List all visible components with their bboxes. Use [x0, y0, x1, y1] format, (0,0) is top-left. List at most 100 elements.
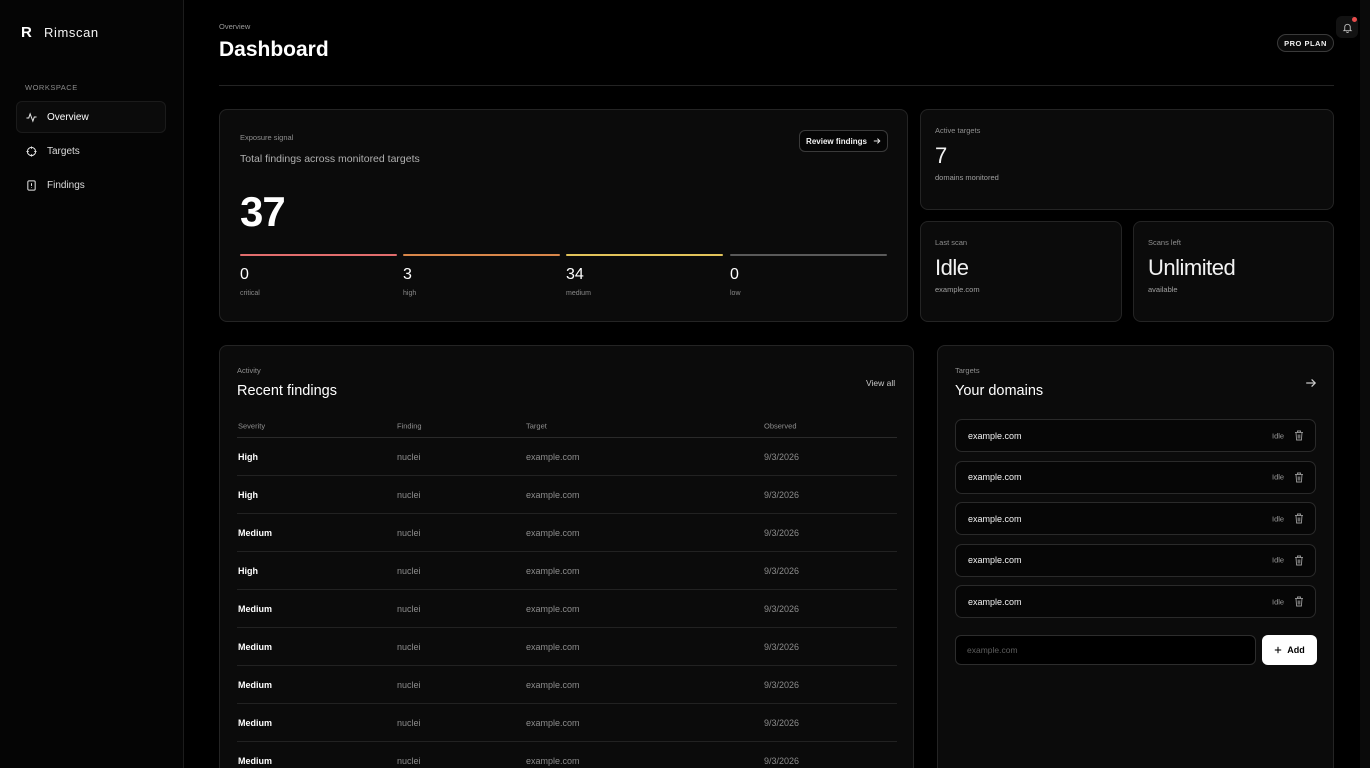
- scans-left-card: Scans left Unlimited available: [1133, 221, 1334, 322]
- scans-left-caption: available: [1148, 285, 1178, 294]
- domain-item[interactable]: example.com Idle: [955, 543, 1316, 577]
- row-finding: nuclei: [397, 641, 421, 652]
- row-target: example.com: [526, 603, 580, 614]
- row-severity: High: [238, 451, 258, 462]
- domain-name: example.com: [968, 596, 1022, 607]
- sidebar-item-targets[interactable]: Targets: [16, 135, 166, 167]
- row-target: example.com: [526, 527, 580, 538]
- domains-card: Targets Your domains example.com Idle exam…: [937, 345, 1334, 768]
- severity-bar: [730, 254, 887, 256]
- active-targets-caption: domains monitored: [935, 173, 999, 182]
- trash-icon[interactable]: [1294, 430, 1304, 441]
- domain-status: Idle: [1272, 472, 1285, 482]
- severity-label: critical: [240, 290, 260, 297]
- severity-count: 0: [240, 266, 249, 283]
- active-targets-value: 7: [935, 143, 947, 168]
- severity-count: 34: [566, 266, 584, 283]
- arrow-right-icon: [873, 138, 881, 144]
- row-target: example.com: [526, 451, 580, 462]
- row-target: example.com: [526, 679, 580, 690]
- sidebar-item-label: Overview: [47, 111, 89, 123]
- row-target: example.com: [526, 641, 580, 652]
- domain-list: example.com Idle example.com Idle example.co…: [955, 419, 1316, 627]
- row-finding: nuclei: [397, 755, 421, 766]
- exposure-subtitle: Total findings across monitored targets: [240, 153, 420, 165]
- column-header-target[interactable]: Target: [526, 421, 547, 430]
- table-row[interactable]: Medium nuclei example.com 9/3/2026: [237, 590, 897, 628]
- severity-count: 0: [730, 266, 739, 283]
- last-scan-value: Idle: [935, 255, 969, 280]
- add-domain-button[interactable]: Add: [1262, 635, 1317, 665]
- sidebar-item-overview[interactable]: Overview: [16, 101, 166, 133]
- column-header-observed[interactable]: Observed: [764, 421, 797, 430]
- findings-table: Severity Finding Target Observed High nuc…: [237, 414, 897, 768]
- app-root: R Rimscan WORKSPACE Overview Targets Fin…: [0, 0, 1370, 768]
- row-finding: nuclei: [397, 565, 421, 576]
- page-title: Dashboard: [219, 38, 329, 61]
- table-row[interactable]: Medium nuclei example.com 9/3/2026: [237, 742, 897, 768]
- severity-bar: [566, 254, 723, 256]
- breadcrumb: Overview: [219, 22, 251, 31]
- table-row[interactable]: High nuclei example.com 9/3/2026: [237, 552, 897, 590]
- row-observed: 9/3/2026: [764, 565, 800, 576]
- table-header: Severity Finding Target Observed: [237, 414, 897, 438]
- domain-name: example.com: [968, 472, 1022, 482]
- plus-icon: [1275, 646, 1282, 654]
- row-severity: High: [238, 565, 258, 576]
- domain-item[interactable]: example.com Idle: [955, 585, 1316, 618]
- plan-badge[interactable]: PRO PLAN: [1277, 34, 1334, 52]
- column-header-severity[interactable]: Severity: [238, 421, 265, 430]
- severity-critical: 0 critical: [240, 254, 397, 297]
- brand[interactable]: R Rimscan: [21, 24, 99, 41]
- column-header-finding[interactable]: Finding: [397, 421, 422, 430]
- activity-icon: [26, 111, 37, 123]
- domain-input[interactable]: [955, 635, 1256, 665]
- trash-icon[interactable]: [1294, 513, 1304, 524]
- notifications-button[interactable]: [1336, 16, 1358, 38]
- domain-status: Idle: [1272, 555, 1285, 565]
- domain-item[interactable]: example.com Idle: [955, 419, 1316, 452]
- table-body: High nuclei example.com 9/3/2026 High nuclei e…: [237, 438, 897, 768]
- trash-icon[interactable]: [1294, 472, 1304, 483]
- row-observed: 9/3/2026: [764, 641, 800, 652]
- domains-title: Your domains: [955, 383, 1044, 399]
- header-divider: [219, 85, 1334, 86]
- domain-item[interactable]: example.com Idle: [955, 502, 1316, 535]
- view-all-link[interactable]: View all: [866, 378, 895, 388]
- row-observed: 9/3/2026: [764, 679, 800, 690]
- domain-item[interactable]: example.com Idle: [955, 460, 1316, 494]
- domain-name: example.com: [968, 513, 1022, 524]
- table-row[interactable]: Medium nuclei example.com 9/3/2026: [237, 666, 897, 704]
- table-row[interactable]: High nuclei example.com 9/3/2026: [237, 476, 897, 514]
- page-scrollbar[interactable]: [1360, 0, 1370, 768]
- domain-status: Idle: [1272, 431, 1285, 440]
- row-observed: 9/3/2026: [764, 755, 800, 766]
- severity-label: low: [730, 290, 741, 297]
- table-row[interactable]: Medium nuclei example.com 9/3/2026: [237, 628, 897, 666]
- bell-icon: [1342, 23, 1352, 33]
- row-observed: 9/3/2026: [764, 527, 800, 538]
- severity-low: 0 low: [730, 254, 887, 297]
- row-severity: High: [238, 489, 258, 500]
- scans-left-value: Unlimited: [1148, 255, 1236, 280]
- table-row[interactable]: Medium nuclei example.com 9/3/2026: [237, 704, 897, 742]
- row-target: example.com: [526, 717, 580, 728]
- severity-bar: [403, 254, 560, 256]
- targets-label: Targets: [955, 366, 980, 375]
- domain-status: Idle: [1272, 597, 1285, 606]
- recent-findings-title: Recent findings: [237, 383, 337, 399]
- sidebar-item-findings[interactable]: Findings: [16, 169, 166, 201]
- trash-icon[interactable]: [1294, 596, 1304, 607]
- row-severity: Medium: [238, 527, 273, 538]
- row-target: example.com: [526, 565, 580, 576]
- arrow-right-icon[interactable]: [1305, 377, 1317, 389]
- active-targets-label: Active targets: [935, 126, 981, 135]
- row-observed: 9/3/2026: [764, 603, 800, 614]
- row-finding: nuclei: [397, 603, 421, 614]
- severity-bar: [240, 254, 397, 256]
- table-row[interactable]: Medium nuclei example.com 9/3/2026: [237, 514, 897, 552]
- row-severity: Medium: [238, 755, 273, 766]
- review-findings-button[interactable]: Review findings: [799, 130, 888, 152]
- table-row[interactable]: High nuclei example.com 9/3/2026: [237, 438, 897, 476]
- trash-icon[interactable]: [1294, 555, 1304, 566]
